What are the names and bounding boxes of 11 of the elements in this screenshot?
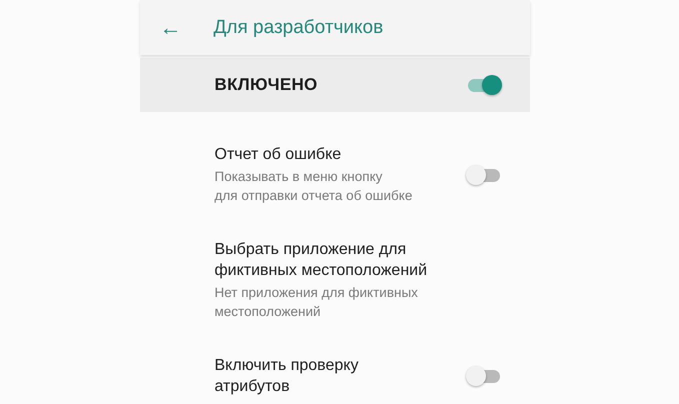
setting-summary: Показывать в меню кнопку для отправки отчета об ошибке <box>214 168 412 205</box>
setting-title[interactable]: Отчет об ошибке <box>214 144 412 165</box>
back-button[interactable]: ← <box>146 14 196 40</box>
toggle-switch[interactable] <box>466 74 502 96</box>
setting-summary: Нет приложения для фиктивных местоположений <box>214 284 419 321</box>
setting-title[interactable]: Выбрать приложение для фиктивных местоположений <box>214 239 428 281</box>
toggle-switch[interactable] <box>466 365 502 387</box>
screen-title: Для разработчиков <box>214 16 384 38</box>
master-switch-label: ВКЛЮЧЕНО <box>214 75 318 95</box>
toggle-switch[interactable] <box>466 164 502 186</box>
setting-title[interactable]: Включить проверку атрибутов <box>214 355 358 397</box>
